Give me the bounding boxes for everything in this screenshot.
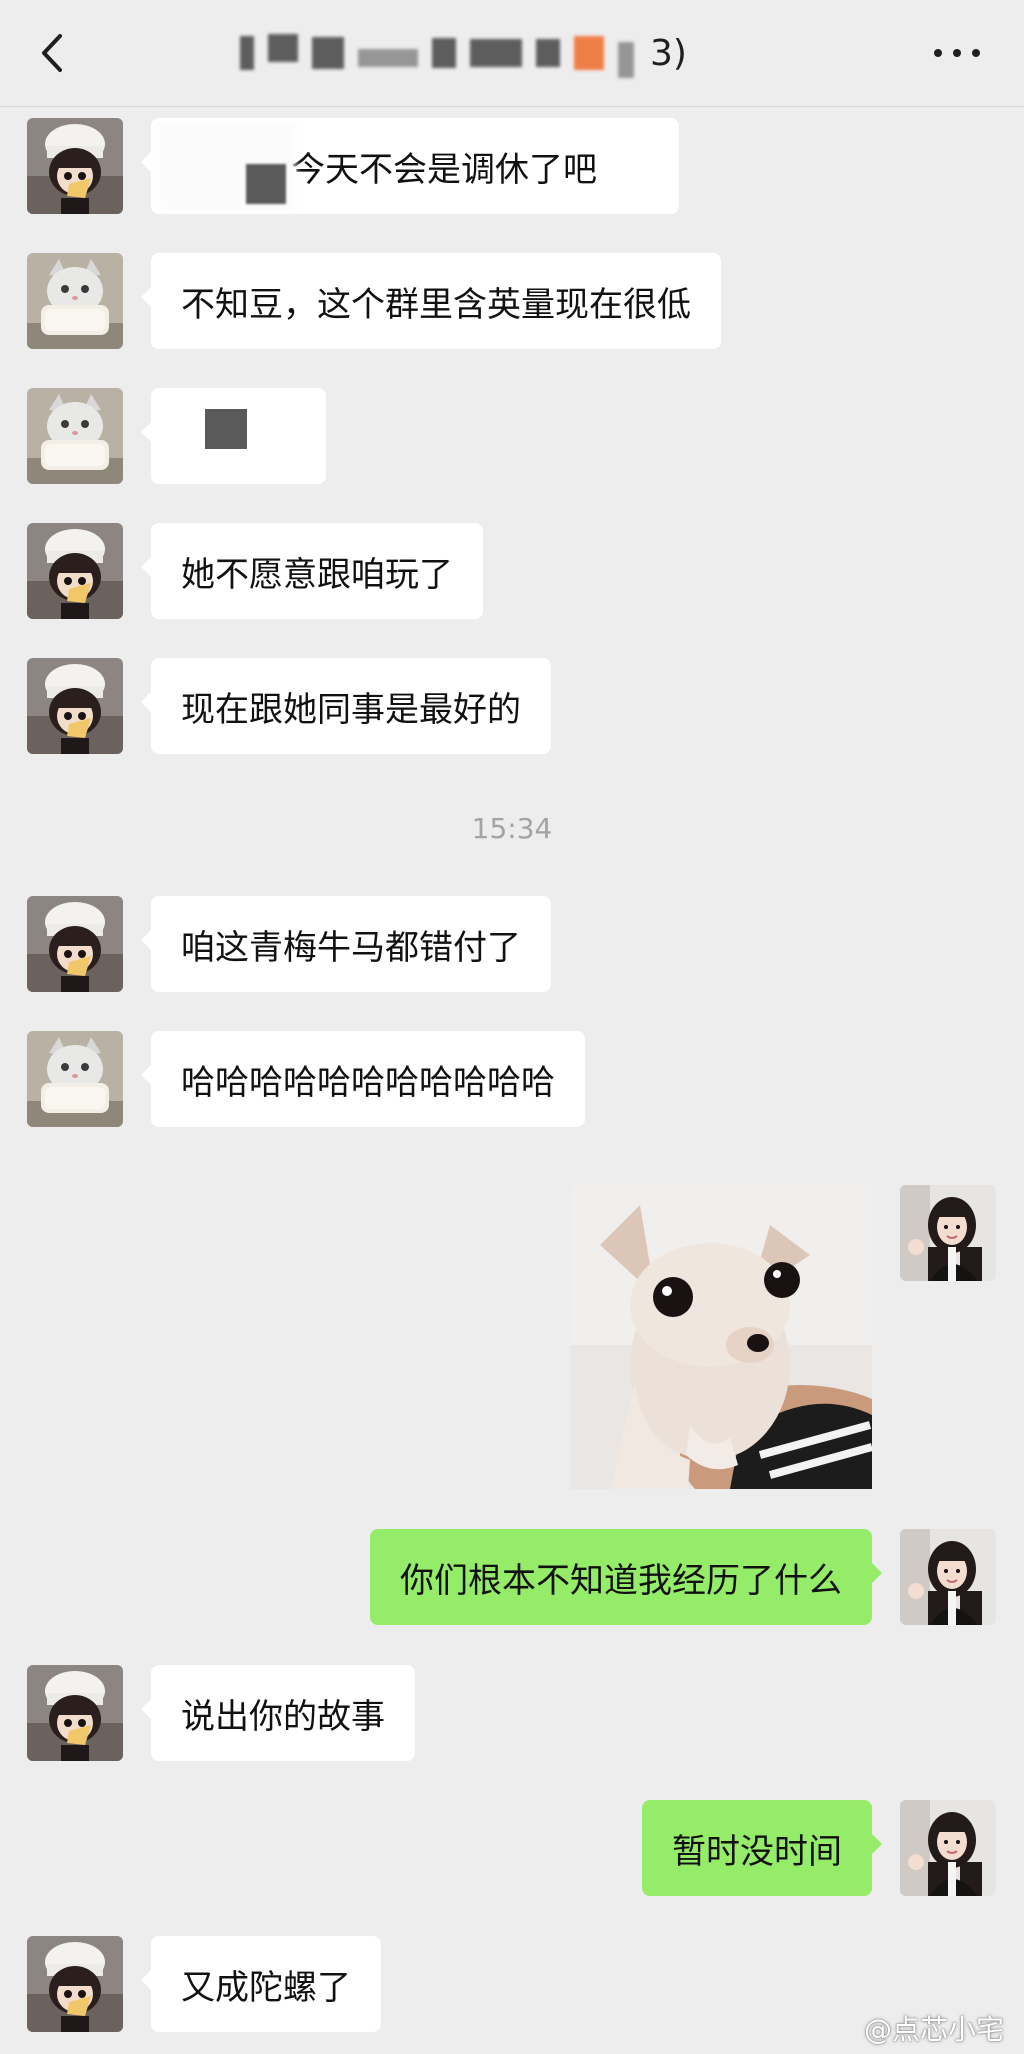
chat-title: 3) [240, 28, 780, 78]
avatar-chef-girl[interactable] [27, 658, 123, 754]
message-text: 又成陀螺了 [181, 1967, 351, 2008]
avatar-chef-girl[interactable] [27, 523, 123, 619]
message-bubble[interactable]: 现在跟她同事是最好的 [141, 658, 551, 754]
more-button[interactable] [932, 40, 984, 64]
more-dots-icon [953, 49, 961, 57]
avatar-chef-girl[interactable] [27, 1936, 123, 2032]
message-text: 她不愿意跟咱玩了 [181, 554, 453, 595]
message-text: 你们根本不知道我经历了什么 [400, 1560, 842, 1601]
redacted-title-block [240, 36, 254, 70]
message-text: 哈哈哈哈哈哈哈哈哈哈哈 [181, 1062, 555, 1103]
avatar-self[interactable] [900, 1529, 996, 1625]
avatar-cat[interactable] [27, 253, 123, 349]
redacted-title-block [574, 36, 604, 70]
message-bubble[interactable]: 你们根本不知道我经历了什么 [370, 1529, 882, 1625]
more-dots-icon [934, 49, 942, 57]
redaction-mask [246, 164, 286, 204]
weibo-watermark: @点芯小宅 [863, 2013, 1004, 2046]
redacted-title-block [536, 39, 560, 67]
avatar-self[interactable] [900, 1800, 996, 1896]
avatar-chef-girl[interactable] [27, 896, 123, 992]
avatar-chef-girl[interactable] [27, 118, 123, 214]
avatar-self[interactable] [900, 1185, 996, 1281]
redacted-title-block [470, 39, 522, 67]
avatar-cat[interactable] [27, 1031, 123, 1127]
avatar-cat[interactable] [27, 388, 123, 484]
redacted-title-block [358, 49, 418, 67]
more-dots-icon [972, 49, 980, 57]
message-text: 不知豆，这个群里含英量现在很低 [181, 284, 691, 325]
chat-header: 3) [0, 0, 1024, 107]
redacted-title-block [432, 38, 456, 68]
back-button[interactable] [34, 30, 74, 76]
message-text: 现在跟她同事是最好的 [181, 689, 521, 730]
member-count: 3) [650, 32, 687, 74]
chevron-left-icon [42, 34, 62, 72]
chihuahua-sticker[interactable] [570, 1185, 872, 1489]
message-bubble[interactable]: 哈哈哈哈哈哈哈哈哈哈哈 [141, 1031, 585, 1127]
message-bubble[interactable]: 不知豆，这个群里含英量现在很低 [141, 253, 721, 349]
redaction-mask [205, 409, 247, 449]
message-text: 暂时没时间 [672, 1831, 842, 1872]
redacted-title-block [312, 37, 344, 69]
message-bubble[interactable]: 说出你的故事 [141, 1665, 415, 1761]
message-bubble[interactable]: 又成陀螺了 [141, 1936, 381, 2032]
message-text: 咱这青梅牛马都错付了 [181, 927, 521, 968]
message-bubble[interactable]: 暂时没时间 [642, 1800, 882, 1896]
redacted-title-block [618, 42, 634, 78]
avatar-chef-girl[interactable] [27, 1665, 123, 1761]
redacted-title-block [268, 34, 298, 62]
message-bubble[interactable]: 她不愿意跟咱玩了 [141, 523, 483, 619]
message-timestamp: 15:34 [471, 812, 553, 845]
message-text: 说出你的故事 [181, 1696, 385, 1737]
message-text: 今天不会是调休了吧 [291, 149, 597, 190]
message-bubble[interactable]: 咱这青梅牛马都错付了 [141, 896, 551, 992]
